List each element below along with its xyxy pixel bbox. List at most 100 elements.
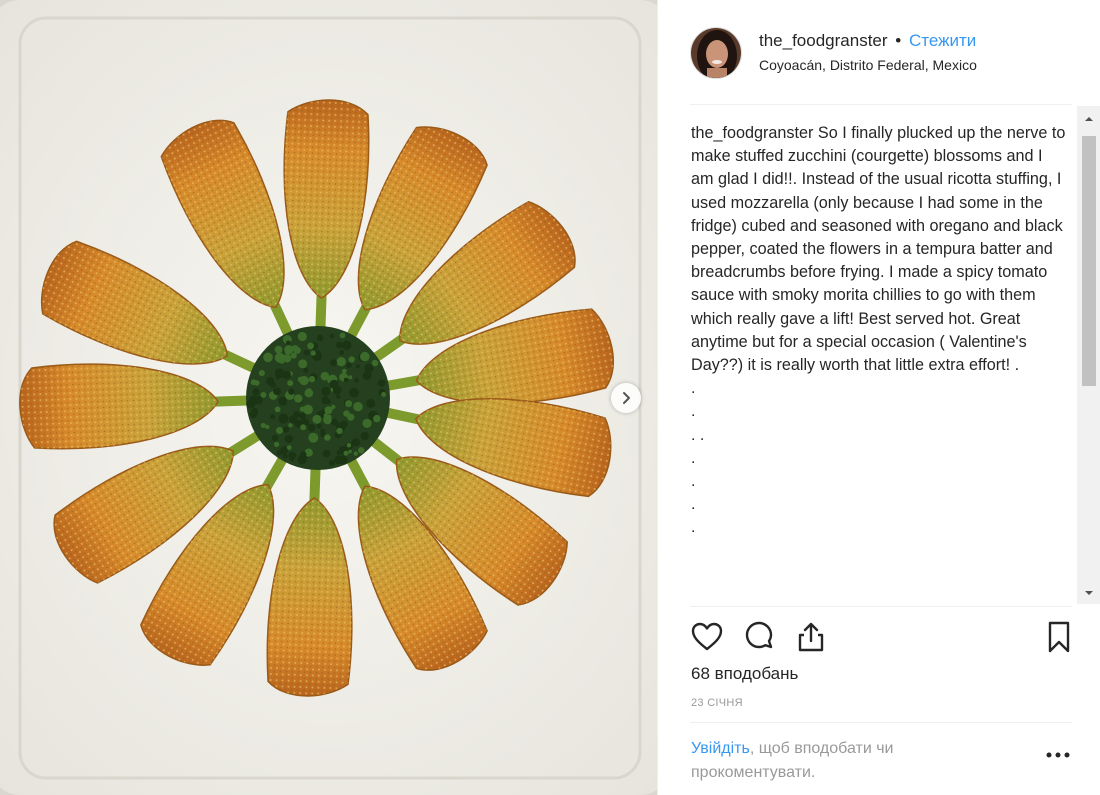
herb-speck <box>270 414 275 419</box>
caption-container[interactable]: the_foodgranster So I finally plucked up… <box>691 112 1069 604</box>
herb-speck <box>361 432 369 440</box>
herb-speck <box>346 362 352 368</box>
header-divider <box>690 104 1072 105</box>
username-link[interactable]: the_foodgranster <box>759 31 888 50</box>
herb-speck <box>349 356 355 362</box>
herb-speck <box>330 334 335 339</box>
caption-dot-line: . <box>691 400 1069 423</box>
herb-speck <box>277 450 282 455</box>
herb-speck <box>356 364 360 368</box>
scroll-down-arrow-icon[interactable] <box>1084 588 1094 598</box>
herb-speck <box>317 335 323 341</box>
herb-speck <box>289 415 297 423</box>
herb-speck <box>381 392 386 397</box>
herb-speck <box>323 450 331 458</box>
herb-speck <box>339 350 344 355</box>
carousel-next-button[interactable] <box>611 383 641 413</box>
herb-speck <box>354 451 358 455</box>
login-link[interactable]: Увійдіть <box>691 740 750 757</box>
herb-speck <box>324 434 331 441</box>
post-date: 23 СІЧНЯ <box>691 697 743 709</box>
herb-speck <box>363 371 372 380</box>
footer-divider <box>690 722 1072 723</box>
share-icon[interactable] <box>794 620 828 654</box>
follow-button[interactable]: Стежити <box>909 31 976 50</box>
herb-speck <box>347 443 352 448</box>
herb-speck <box>265 425 269 429</box>
herb-speck <box>298 332 307 341</box>
caption-dot-line: . . <box>691 424 1069 447</box>
herb-speck <box>341 421 348 428</box>
caption-dot-line: . <box>691 470 1069 493</box>
herb-speck <box>278 414 288 424</box>
avatar[interactable] <box>690 27 742 79</box>
herb-speck <box>342 341 351 350</box>
herb-speck <box>275 407 281 413</box>
post-header: the_foodgranster • Стежити Coyoacán, Dis… <box>658 0 1100 100</box>
herb-speck <box>349 388 359 398</box>
post-photo <box>0 0 657 795</box>
herb-speck <box>309 376 315 382</box>
herb-speck <box>344 451 349 456</box>
herb-speck <box>373 415 380 422</box>
herb-speck <box>283 426 289 432</box>
herb-speck <box>358 447 364 453</box>
scroll-up-arrow-icon[interactable] <box>1084 114 1094 124</box>
location-link[interactable]: Coyoacán, Distrito Federal, Mexico <box>759 57 977 73</box>
herb-speck <box>372 360 379 367</box>
herb-speck <box>312 415 321 424</box>
caption-dot-line: . <box>691 377 1069 400</box>
herb-speck <box>354 378 358 382</box>
separator-dot: • <box>895 31 901 50</box>
caption-text: So I finally plucked up the nerve to mak… <box>691 124 1065 374</box>
herb-speck <box>275 353 285 363</box>
herb-speck <box>306 388 312 394</box>
herb-speck <box>344 378 348 382</box>
username-row: the_foodgranster • Стежити <box>759 31 976 51</box>
heart-icon[interactable] <box>690 620 724 654</box>
caption-username[interactable]: the_foodgranster <box>691 124 813 142</box>
likes-count[interactable]: 68 вподобань <box>691 664 798 684</box>
herb-speck <box>298 359 307 368</box>
login-prompt: Увійдіть, щоб вподобати чи прокоментуват… <box>691 737 991 785</box>
herb-speck <box>288 388 294 394</box>
caption-dot-lines: . . . . . . . . <box>691 377 1069 539</box>
herb-speck <box>283 454 288 459</box>
herb-speck <box>246 400 255 409</box>
bookmark-icon[interactable] <box>1042 620 1076 654</box>
herb-speck <box>261 423 266 428</box>
herb-speck <box>308 433 318 443</box>
herb-speck <box>307 343 314 350</box>
herb-speck <box>299 413 305 419</box>
herb-speck <box>337 357 346 366</box>
herb-speck <box>345 400 352 407</box>
herb-speck <box>283 371 291 379</box>
herb-speck <box>289 456 294 461</box>
caption-dot-line: . <box>691 493 1069 516</box>
herb-speck <box>287 445 292 450</box>
herb-speck <box>337 450 342 455</box>
caption-dot-line: . <box>691 516 1069 539</box>
herb-speck <box>336 428 342 434</box>
herb-speck <box>362 419 371 428</box>
herb-speck <box>294 347 301 354</box>
zucchini-blossoms-image <box>0 0 657 795</box>
scrollbar-thumb[interactable] <box>1082 136 1096 386</box>
herb-speck <box>329 460 335 466</box>
herb-speck <box>254 380 259 385</box>
more-horizontal-icon[interactable] <box>1045 750 1071 760</box>
herb-speck <box>294 394 302 402</box>
herb-speck <box>278 397 287 406</box>
herb-speck <box>285 435 293 443</box>
herb-speck <box>286 341 290 345</box>
herb-speck <box>347 414 354 421</box>
caption-scrollbar[interactable] <box>1077 106 1100 604</box>
post-panel: the_foodgranster • Стежити Coyoacán, Dis… <box>657 0 1100 795</box>
herb-speck <box>348 375 352 379</box>
herb-speck <box>274 442 279 447</box>
herb-speck <box>259 370 265 376</box>
herb-speck <box>303 368 308 373</box>
comment-icon[interactable] <box>742 620 776 654</box>
herb-speck <box>304 350 310 356</box>
herb-speck <box>270 382 276 388</box>
